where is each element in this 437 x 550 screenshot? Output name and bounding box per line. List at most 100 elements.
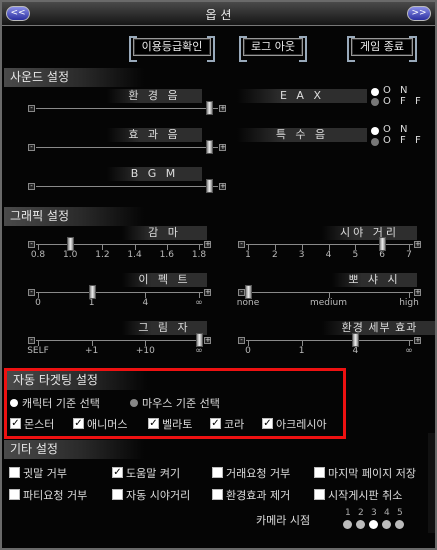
- minus-button[interactable]: -: [28, 183, 35, 190]
- tick-label: 1.2: [95, 250, 110, 260]
- plus-button[interactable]: +: [204, 289, 211, 296]
- slider-knob[interactable]: [88, 285, 96, 299]
- slider-knob[interactable]: [379, 237, 387, 251]
- plus-button[interactable]: +: [414, 289, 421, 296]
- tick-label: 5: [352, 250, 359, 260]
- env-detail-label: 환경 세부 효과: [322, 321, 435, 335]
- camera-option-label: 2: [358, 508, 364, 518]
- slider-knob[interactable]: [67, 237, 75, 251]
- plus-button[interactable]: +: [219, 183, 226, 190]
- special-off-radio[interactable]: [371, 138, 379, 146]
- checkbox[interactable]: [9, 467, 20, 478]
- view-distance-label: 시야 거리: [322, 226, 417, 240]
- checkbox-label: 자동 시야거리: [126, 489, 191, 502]
- tick-label: 1: [245, 250, 251, 260]
- next-page-button[interactable]: >>: [407, 6, 431, 21]
- checkbox-label: 파티요청 거부: [23, 489, 88, 502]
- eax-on-radio[interactable]: [371, 88, 379, 96]
- tick-label: 1: [298, 346, 305, 356]
- checkbox-label: 시작게시판 취소: [328, 489, 403, 502]
- camera-option-radio[interactable]: [395, 520, 404, 529]
- tick-label: ∞: [195, 346, 203, 356]
- minus-button[interactable]: -: [238, 337, 245, 344]
- scrollbar[interactable]: [428, 433, 435, 533]
- slider-track: [246, 244, 413, 245]
- tick-label: ∞: [405, 346, 413, 356]
- slider-track: [36, 186, 218, 187]
- tick-label: 0: [245, 346, 251, 356]
- sound-section-header: 사운드 설정: [4, 68, 144, 87]
- checkbox-label: 도움말 켜기: [126, 467, 181, 480]
- eax-off-radio[interactable]: [371, 98, 379, 106]
- shadow-label: 그 림 자: [122, 321, 207, 335]
- checkbox[interactable]: [9, 489, 20, 500]
- tick-label: 3: [298, 250, 305, 260]
- checkbox[interactable]: [212, 467, 223, 478]
- camera-option-radio[interactable]: [356, 520, 365, 529]
- minus-button[interactable]: -: [238, 241, 245, 248]
- bgm-label: B G M: [107, 167, 202, 181]
- checkbox[interactable]: [314, 467, 325, 478]
- tick-label: 1.0: [63, 250, 78, 260]
- minus-button[interactable]: -: [28, 289, 35, 296]
- tick-label: 7: [406, 250, 412, 260]
- camera-option-radio[interactable]: [343, 520, 352, 529]
- tick-label: SELF: [27, 346, 49, 356]
- special-off-label: O F F: [383, 135, 424, 146]
- tick-label: 2: [271, 250, 278, 260]
- slider-track: [36, 147, 218, 148]
- slider-track: [36, 244, 203, 245]
- plus-button[interactable]: +: [219, 144, 226, 151]
- checkbox[interactable]: [112, 489, 123, 500]
- eax-label: E A X: [237, 89, 367, 103]
- camera-option-radio[interactable]: [369, 520, 378, 529]
- minus-button[interactable]: -: [28, 144, 35, 151]
- window-title: 옵 션: [205, 8, 232, 22]
- checkbox-label: 거래요청 거부: [226, 467, 291, 480]
- tick-label: high: [399, 298, 419, 308]
- tick-label: 1.4: [127, 250, 142, 260]
- slider-knob[interactable]: [205, 179, 213, 193]
- slider-knob[interactable]: [205, 140, 213, 154]
- plus-button[interactable]: +: [204, 337, 211, 344]
- checkbox[interactable]: ✓: [112, 467, 123, 478]
- tick-label: 6: [379, 250, 386, 260]
- slider-knob[interactable]: [245, 285, 252, 299]
- slider-knob[interactable]: [352, 333, 360, 347]
- camera-option-radio[interactable]: [382, 520, 391, 529]
- slider-knob[interactable]: [205, 101, 213, 115]
- camera-option-label: 5: [397, 508, 403, 518]
- checkbox[interactable]: [212, 489, 223, 500]
- plus-button[interactable]: +: [204, 241, 211, 248]
- tick-label: 4: [325, 250, 332, 260]
- minus-button[interactable]: -: [28, 241, 35, 248]
- slider-track: [36, 292, 203, 293]
- logout-button[interactable]: 로그 아웃: [239, 36, 307, 62]
- plus-button[interactable]: +: [414, 337, 421, 344]
- tick-label: +1: [85, 346, 99, 356]
- checkbox[interactable]: [314, 489, 325, 500]
- misc-section-header: 기타 설정: [4, 440, 144, 459]
- tick-label: none: [236, 298, 260, 308]
- eax-off-label: O F F: [383, 96, 424, 107]
- tick-label: 4: [142, 298, 149, 308]
- tick-label: 4: [352, 346, 359, 356]
- grade-check-button[interactable]: 이용등급확인: [129, 36, 215, 62]
- minus-button[interactable]: -: [28, 337, 35, 344]
- tick-label: 0.8: [30, 250, 46, 260]
- tick-label: 1.8: [191, 250, 207, 260]
- slider-track: [246, 340, 413, 341]
- highlight-box: [4, 368, 346, 439]
- camera-option-label: 1: [345, 508, 351, 518]
- special-on-radio[interactable]: [371, 127, 379, 135]
- plus-button[interactable]: +: [219, 105, 226, 112]
- slider-knob[interactable]: [196, 333, 203, 347]
- minus-button[interactable]: -: [238, 289, 245, 296]
- plus-button[interactable]: +: [414, 241, 421, 248]
- slider-track: [36, 108, 218, 109]
- blur-label: 뽀 샤 시: [332, 273, 417, 287]
- effect-sound-label: 효 과 음: [107, 128, 202, 142]
- quit-game-button[interactable]: 게임 종료: [347, 36, 417, 62]
- slider-track: [36, 340, 203, 341]
- minus-button[interactable]: -: [28, 105, 35, 112]
